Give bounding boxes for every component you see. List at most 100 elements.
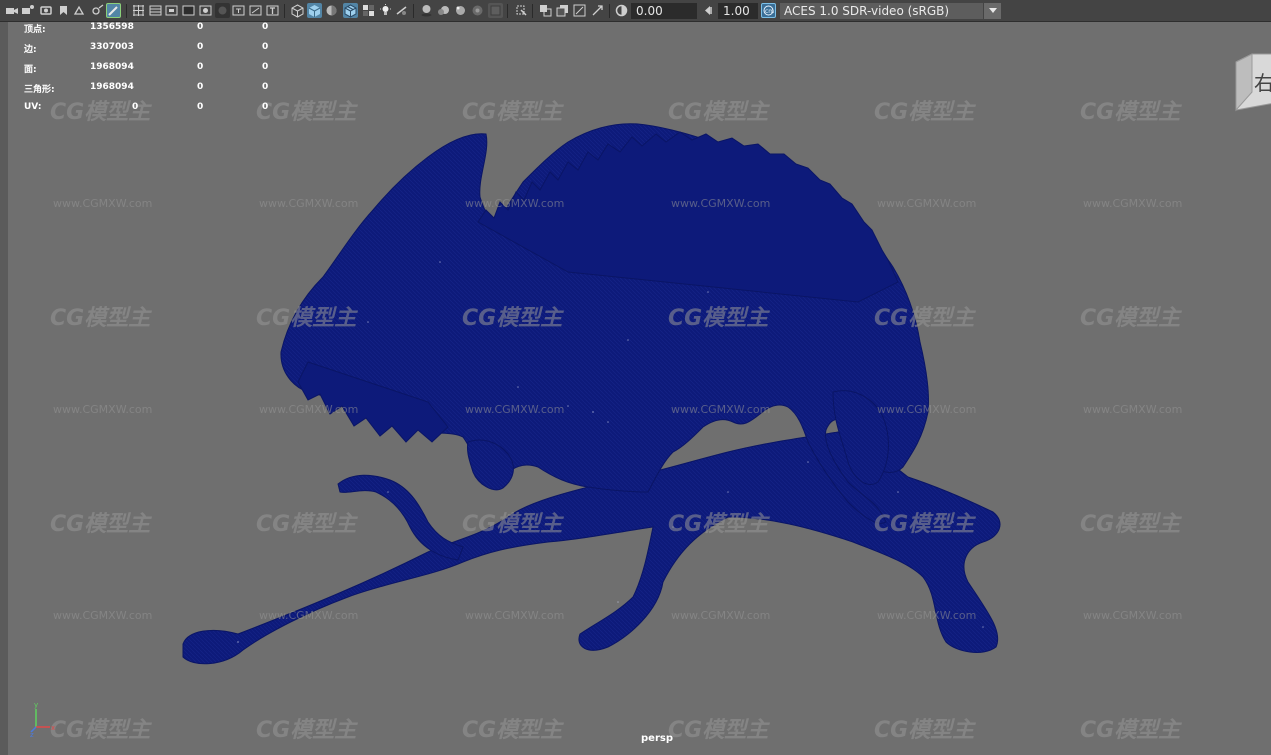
- watermark-logo: CG模型主: [668, 100, 769, 125]
- hud-label: 顶点:: [24, 25, 46, 35]
- hud-value: 0: [197, 82, 204, 92]
- xray-joints-icon[interactable]: [538, 3, 553, 18]
- multisample-aa-icon[interactable]: [453, 3, 468, 18]
- camera-attributes-icon[interactable]: [20, 3, 35, 18]
- watermark-url: www.CGMXW.com: [1083, 403, 1183, 416]
- watermark-logo: CG模型主: [462, 512, 563, 537]
- toolbar-separator: [413, 4, 414, 18]
- watermark-url: www.CGMXW.com: [671, 197, 771, 210]
- select-camera-icon[interactable]: [4, 3, 19, 18]
- grid-toggle-icon[interactable]: [131, 3, 146, 18]
- use-all-lights-icon[interactable]: [378, 3, 393, 18]
- viewcube-face-label[interactable]: 右: [1254, 71, 1271, 95]
- shadows-icon[interactable]: [394, 3, 409, 18]
- watermark-url: www.CGMXW.com: [53, 609, 153, 622]
- hud-value: 1356598: [90, 22, 134, 32]
- screen-space-ao-icon[interactable]: [419, 3, 434, 18]
- hud-value: 0: [132, 102, 139, 112]
- safe-title-icon[interactable]: [231, 3, 246, 18]
- watermark-logo: CG模型主: [668, 718, 769, 743]
- gamma-icon[interactable]: [701, 3, 716, 18]
- watermark-logo: CG模型主: [874, 512, 975, 537]
- safe-action-icon[interactable]: [215, 3, 230, 18]
- viewport-toolbar: 0.00 1.00 cm ACES 1.0 SDR-video (sRGB): [0, 0, 1271, 22]
- hud-value: 0: [262, 42, 269, 52]
- toolbar-separator: [507, 4, 508, 18]
- watermark-url: www.CGMXW.com: [877, 197, 977, 210]
- hud-label: UV:: [24, 102, 42, 112]
- color-management-value: ACES 1.0 SDR-video (sRGB): [784, 4, 950, 18]
- hud-value: 0: [262, 82, 269, 92]
- image-plane-icon[interactable]: [56, 3, 71, 18]
- watermark-logo: CG模型主: [668, 306, 769, 331]
- grease-pencil-icon[interactable]: [90, 3, 105, 18]
- hud-value: 0: [197, 62, 204, 72]
- resolution-gate-icon[interactable]: [164, 3, 179, 18]
- watermark-logo: CG模型主: [462, 718, 563, 743]
- hud-value: 0: [197, 42, 204, 52]
- film-gate-icon[interactable]: [148, 3, 163, 18]
- axis-gizmo: y x z: [30, 701, 55, 737]
- color-management-dropdown[interactable]: ACES 1.0 SDR-video (sRGB): [780, 3, 1001, 19]
- watermark-logo: CG模型主: [1080, 718, 1181, 743]
- viewport-left-border: [0, 22, 8, 755]
- motion-blur-icon[interactable]: [436, 3, 451, 18]
- svg-text:cm: cm: [765, 8, 774, 15]
- watermark-url: www.CGMXW.com: [259, 197, 359, 210]
- backface-culling-icon[interactable]: [572, 3, 587, 18]
- wireframe-icon[interactable]: [290, 3, 305, 18]
- svg-text:z: z: [30, 731, 34, 737]
- watermark-logo: CG模型主: [50, 306, 151, 331]
- draw-pencil-icon[interactable]: [106, 3, 121, 18]
- smooth-shade-icon[interactable]: [307, 3, 322, 18]
- text-overlay-icon[interactable]: [265, 3, 280, 18]
- textured-icon[interactable]: [361, 3, 376, 18]
- hud-toggle-icon[interactable]: [590, 3, 605, 18]
- toolbar-separator: [126, 4, 127, 18]
- overscan-icon[interactable]: [248, 3, 263, 18]
- hud-value: 0: [197, 102, 204, 112]
- viewcube[interactable]: 右: [1230, 52, 1271, 112]
- watermark-logo: CG模型主: [50, 512, 151, 537]
- svg-text:x: x: [51, 724, 55, 732]
- view-transform-icon[interactable]: cm: [761, 3, 776, 18]
- xray-icon[interactable]: [513, 3, 528, 18]
- default-material-icon[interactable]: [324, 3, 339, 18]
- exposure-icon[interactable]: [614, 3, 629, 18]
- watermark-logo: CG模型主: [256, 718, 357, 743]
- watermark-logo: CG模型主: [874, 306, 975, 331]
- hud-value: 0: [197, 22, 204, 32]
- camera-name-label: persp: [641, 733, 673, 744]
- two-d-pan-icon[interactable]: [72, 3, 87, 18]
- watermark-logo: CG模型主: [1080, 306, 1181, 331]
- watermark-url: www.CGMXW.com: [1083, 197, 1183, 210]
- toolbar-separator: [609, 4, 610, 18]
- watermark-url: www.CGMXW.com: [465, 197, 565, 210]
- depth-of-field-icon[interactable]: [470, 3, 485, 18]
- wireframe-on-shaded-icon[interactable]: [343, 3, 358, 18]
- watermark-url: www.CGMXW.com: [671, 609, 771, 622]
- hud-label: 面:: [24, 65, 37, 75]
- perspective-viewport[interactable]: CG模型主 CG模型主 CG模型主 CG模型主 CG模型主 CG模型主 www.…: [8, 22, 1271, 755]
- watermark-logo: CG模型主: [256, 100, 357, 125]
- watermark-logo: CG模型主: [50, 718, 151, 743]
- field-chart-icon[interactable]: [198, 3, 213, 18]
- hud-value: 0: [262, 22, 269, 32]
- hud-label: 边:: [24, 45, 37, 55]
- xray-active-components-icon[interactable]: [555, 3, 570, 18]
- bookmark-icon[interactable]: [38, 3, 53, 18]
- isolate-select-icon[interactable]: [488, 3, 503, 18]
- watermark-url: www.CGMXW.com: [671, 403, 771, 416]
- watermark-url: www.CGMXW.com: [53, 403, 153, 416]
- watermark-logo: CG模型主: [462, 100, 563, 125]
- chevron-down-icon[interactable]: [983, 3, 1001, 19]
- hud-value: 1968094: [90, 62, 134, 72]
- watermark-url: www.CGMXW.com: [877, 403, 977, 416]
- gamma-field[interactable]: 1.00: [718, 3, 758, 19]
- chameleon-mesh[interactable]: [8, 22, 1271, 755]
- hud-value: 0: [262, 102, 269, 112]
- watermark-url: www.CGMXW.com: [1083, 609, 1183, 622]
- watermark-url: www.CGMXW.com: [259, 609, 359, 622]
- gate-mask-icon[interactable]: [181, 3, 196, 18]
- exposure-field[interactable]: 0.00: [631, 3, 697, 19]
